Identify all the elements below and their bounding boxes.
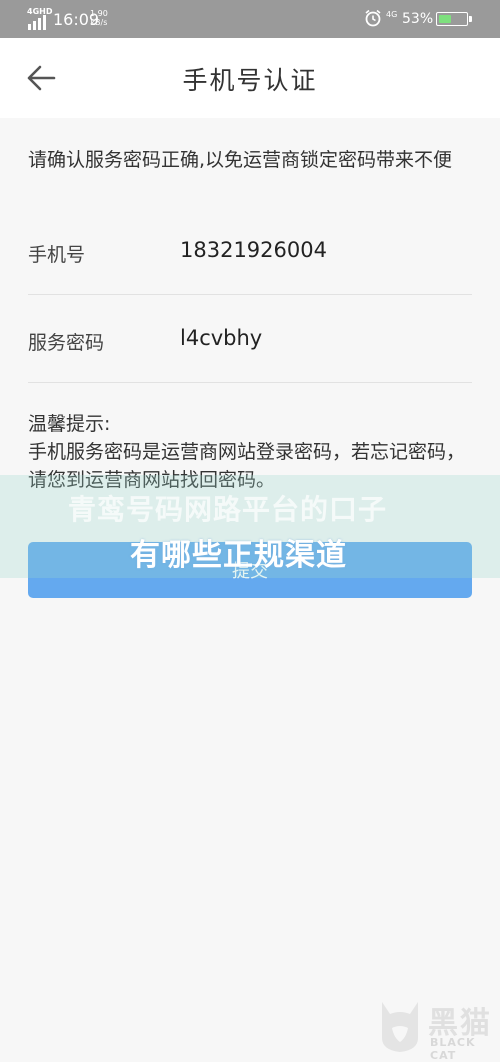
page-title: 手机号认证 bbox=[182, 66, 318, 95]
signal-icon bbox=[28, 15, 46, 30]
phone-label: 手机号 bbox=[28, 244, 86, 266]
black-cat-logo: 黑猫 BLACK CAT bbox=[378, 998, 498, 1062]
tips-heading: 温馨提示: bbox=[28, 413, 111, 435]
status-bar: 4GHD 16:09 1.90 kB/s 4G 53% bbox=[0, 0, 500, 38]
divider bbox=[28, 382, 472, 383]
alarm-icon bbox=[365, 9, 381, 27]
logo-text-en: BLACK CAT bbox=[430, 1036, 476, 1062]
network-type-right: 4G bbox=[386, 10, 398, 19]
service-password-input[interactable] bbox=[180, 326, 460, 350]
phone-row: 手机号 bbox=[28, 232, 472, 272]
watermark-text-1: 青鸾号码网路平台的口子 bbox=[68, 493, 388, 526]
password-row: 服务密码 bbox=[28, 320, 472, 360]
battery-percent: 53% bbox=[402, 11, 434, 27]
header-bar: 手机号认证 bbox=[0, 38, 500, 118]
main-content: 请确认服务密码正确,以免运营商锁定密码带来不便 手机号 服务密码 温馨提示: 手… bbox=[0, 118, 500, 1055]
password-notice: 请确认服务密码正确,以免运营商锁定密码带来不便 bbox=[28, 149, 453, 171]
phone-input[interactable] bbox=[180, 238, 460, 262]
battery-fill bbox=[439, 15, 451, 23]
cat-head-icon bbox=[382, 1002, 418, 1052]
battery-icon bbox=[436, 12, 472, 26]
network-speed: 1.90 kB/s bbox=[90, 9, 108, 27]
password-label: 服务密码 bbox=[28, 332, 105, 354]
divider bbox=[28, 294, 472, 295]
watermark-text-2: 有哪些正规渠道 bbox=[130, 538, 347, 573]
